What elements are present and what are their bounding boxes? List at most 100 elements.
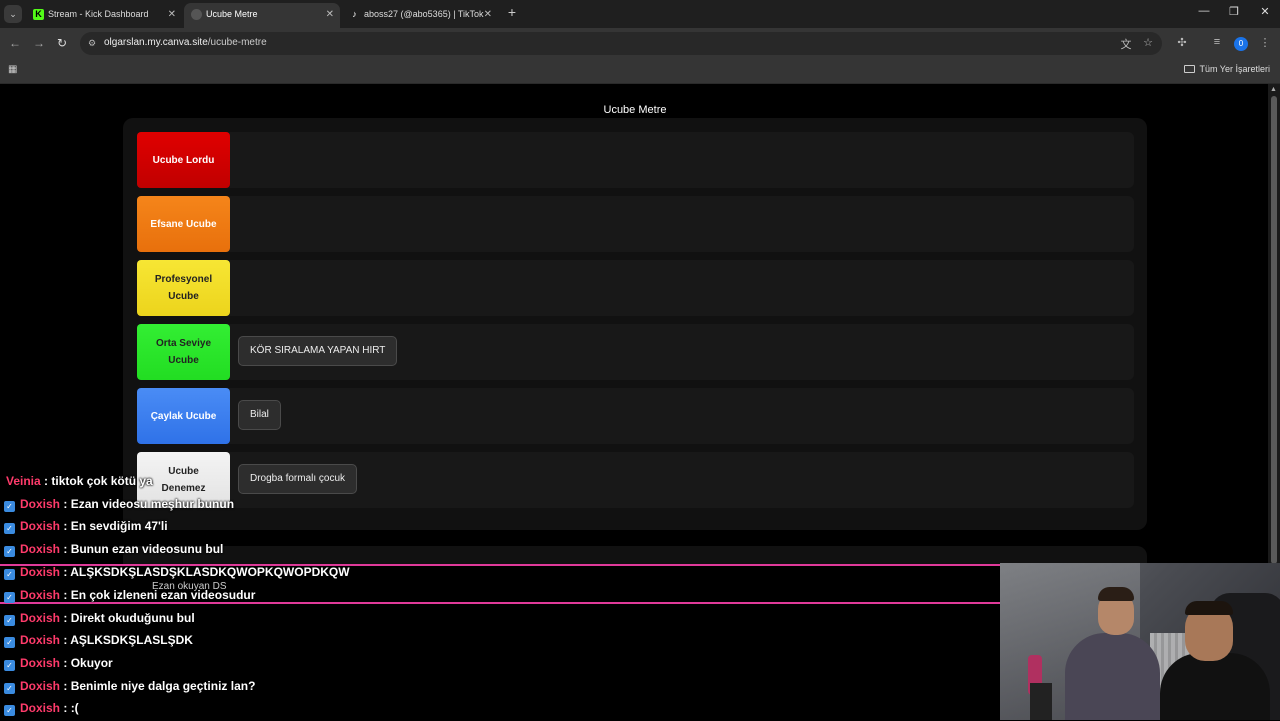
chat-username: Doxish [20,588,61,602]
profile-avatar[interactable]: 0 [1234,37,1248,51]
tier-label-text: Çaylak Ucube [150,410,217,422]
chat-username: Doxish [20,497,61,511]
webcam-overlay [1000,563,1280,720]
chat-text: En çok izleneni ezan videosudur [70,588,256,602]
chat-separator: : [60,519,71,533]
chat-message: ✓ Doxish : Ezan videosu meşhur bunun [0,495,234,517]
chat-separator: : [60,679,71,693]
chat-message: ✓ Doxish : Direkt okuduğunu bul [0,609,195,631]
chat-text: AŞLKSDKŞLASLŞDK [70,633,193,647]
translate-icon[interactable]: 文 [1119,36,1133,52]
kick-badge-icon: ✓ [4,546,15,557]
menu-kebab-icon[interactable]: ⋮ [1258,36,1272,49]
tier-label-ucube-lordu: Ucube Lordu [137,132,230,188]
chat-text: Okuyor [70,656,113,670]
all-bookmarks-button[interactable]: Tüm Yer İşaretleri [1184,64,1270,74]
chat-separator: : [60,633,71,647]
site-info-icon[interactable]: ⚙ [88,38,98,48]
tier-row: Çaylak Ucube Bilal [137,388,1134,444]
chat-message: ✓ Doxish : ALŞKSDKŞLASDŞKLASDKQWOPKQWOPDK… [0,563,350,585]
new-tab-plus-icon[interactable]: + [505,4,519,20]
chat-message: ✓ Doxish : Okuyor [0,654,113,676]
reload-icon[interactable]: ↻ [55,36,69,50]
bookmarks-label: Tüm Yer İşaretleri [1199,64,1270,74]
chat-message: Veinia : tiktok çok kötü ya [0,472,153,494]
tab-label: Ucube Metre [206,9,258,19]
chat-username: Doxish [20,679,61,693]
close-window-icon[interactable]: ✕ [1255,5,1275,18]
chat-separator: : [60,542,71,556]
close-tab-icon[interactable]: ✕ [326,3,334,26]
chat-separator: : [60,656,71,670]
tier-row: Profesyonel Ucube [137,260,1134,316]
chat-message: ✓ Doxish : AŞLKSDKŞLASLŞDK [0,631,193,653]
back-arrow-icon[interactable]: ← [8,36,22,50]
tier-item[interactable]: KÖR SIRALAMA YAPAN HIRT [238,336,398,366]
tier-row: Ucube Denemez Drogba formalı çocuk [137,452,1134,508]
bookmark-star-icon[interactable]: ☆ [1141,36,1155,49]
chat-separator: : [40,474,52,488]
tab-label: Stream - Kick Dashboard [48,9,149,19]
tab-label: aboss27 (@abo5365) | TikTok [364,9,484,19]
chat-username: Doxish [20,519,61,533]
tab-search-chevron-icon[interactable]: ⌄ [4,5,22,23]
chat-username: Doxish [20,701,61,715]
chat-separator: : [60,588,71,602]
apps-grid-icon[interactable]: ▦ [8,64,17,75]
chat-separator: : [60,565,71,579]
kick-badge-icon: ✓ [4,705,15,716]
chat-message: ✓ Doxish : En sevdiğim 47'li [0,517,168,539]
address-bar[interactable]: ⚙ olgarslan.my.canva.site/ucube-metre [80,32,1162,55]
url-path: /ucube-metre [207,37,267,48]
cam-person-left-body [1065,633,1160,720]
chat-username: Doxish [20,656,61,670]
scroll-up-arrow-icon[interactable]: ▲ [1270,86,1277,93]
chat-username: Doxish [20,542,61,556]
kick-badge-icon: ✓ [4,615,15,626]
chat-separator: : [60,611,71,625]
minimize-icon[interactable]: — [1194,5,1214,17]
chat-text: En sevdiğim 47'li [70,519,168,533]
url-host: olgarslan.my.canva.site [104,37,208,48]
chat-message: ✓ Doxish : En çok izleneni ezan videosudu… [0,586,255,608]
chat-username: Veinia [6,474,41,488]
tier-row: Ucube Lordu [137,132,1134,188]
close-tab-icon[interactable]: ✕ [168,3,176,26]
forward-arrow-icon[interactable]: → [32,36,46,50]
canva-globe-icon [191,9,202,20]
kick-badge-icon: ✓ [4,637,15,648]
chat-text: Benimle niye dalga geçtiniz lan? [70,679,256,693]
tier-label-text: Profesyonel Ucube [154,274,213,302]
cam-mic-arm [1030,683,1052,720]
tab-kick-dashboard[interactable]: K Stream - Kick Dashboard ✕ [26,3,182,28]
kick-badge-icon: ✓ [4,523,15,534]
browser-toolbar: ← → ↻ ⚙ olgarslan.my.canva.site/ucube-me… [0,28,1280,58]
chat-message: ✓ Doxish : :( [0,699,79,721]
tier-label-profesyonel-ucube: Profesyonel Ucube [137,260,230,316]
chat-text: Ezan videosu meşhur bunun [70,497,235,511]
scrollbar-thumb[interactable] [1271,96,1277,564]
tab-ucube-metre[interactable]: Ucube Metre ✕ [184,3,340,28]
bookmarks-bar: ▦ Tüm Yer İşaretleri [0,58,1280,84]
tier-label-orta-seviye-ucube: Orta Seviye Ucube [137,324,230,380]
close-tab-icon[interactable]: ✕ [484,3,492,26]
tier-label-text: Ucube Denemez [161,466,206,494]
tier-item[interactable]: Bilal [238,400,281,430]
kick-badge-icon: ✓ [4,569,15,580]
chat-username: Doxish [20,611,61,625]
chat-text: :( [70,701,79,715]
tier-item[interactable]: Drogba formalı çocuk [238,464,358,494]
browser-tab-strip: ⌄ K Stream - Kick Dashboard ✕ Ucube Metr… [0,0,1280,28]
tier-row: Efsane Ucube [137,196,1134,252]
tier-row: Orta Seviye Ucube KÖR SIRALAMA YAPAN HIR… [137,324,1134,380]
extensions-puzzle-icon[interactable]: ✣ [1175,36,1189,49]
tab-tiktok[interactable]: ♪ aboss27 (@abo5365) | TikTok ✕ [342,3,498,28]
chat-username: Doxish [20,633,61,647]
reading-list-icon[interactable]: ≡ [1210,36,1224,48]
kick-badge-icon: ✓ [4,683,15,694]
url-text[interactable]: olgarslan.my.canva.site/ucube-metre [104,37,267,48]
restore-icon[interactable]: ❐ [1224,5,1244,18]
kick-badge-icon: ✓ [4,501,15,512]
chat-text: Bunun ezan videosunu bul [70,542,224,556]
tier-label-efsane-ucube: Efsane Ucube [137,196,230,252]
